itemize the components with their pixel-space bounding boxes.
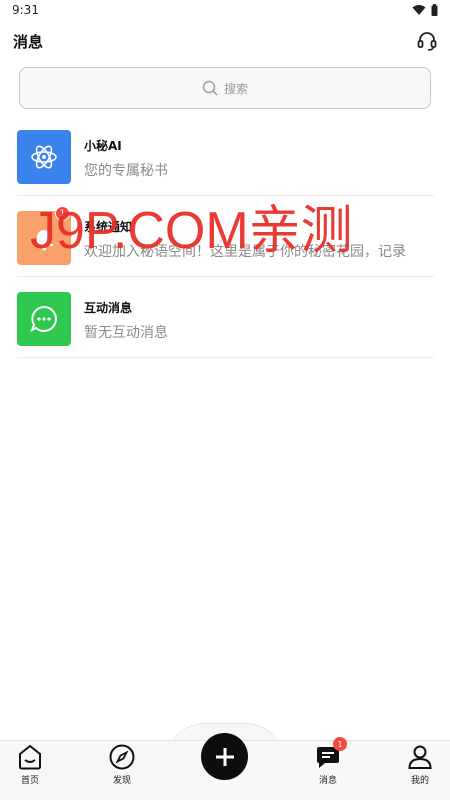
message-item-system-notice[interactable]: 1 系统通知 欢迎加入秘语空间！这里是属于你的秘密花园，记录 [0, 196, 450, 277]
message-item-preview: 暂无互动消息 [84, 325, 168, 341]
message-item-interaction[interactable]: 互动消息 暂无互动消息 [0, 277, 450, 358]
messages-screen: 9:31 消息 搜索 小秘AI 您的专属秘书 1 系统通知 欢迎加入秘语空间！这… [0, 0, 450, 800]
chat-bubble-icon [30, 305, 57, 333]
nav-label: 首页 [20, 776, 39, 786]
bell-icon [35, 230, 53, 251]
nav-item-discover[interactable]: 发现 [92, 741, 152, 800]
nav-label: 消息 [318, 776, 337, 786]
user-icon [408, 745, 432, 769]
list-divider [17, 357, 434, 358]
message-list: 小秘AI 您的专属秘书 1 系统通知 欢迎加入秘语空间！这里是属于你的秘密花园，… [0, 115, 450, 358]
interaction-avatar [17, 292, 71, 346]
atom-icon [31, 145, 57, 169]
plus-icon [215, 747, 234, 766]
nav-item-home[interactable]: 首页 [0, 741, 60, 800]
nav-badge: 1 [333, 737, 347, 751]
notification-badge: 1 [55, 206, 70, 221]
xiaomi-ai-avatar [17, 130, 71, 184]
nav-label: 发现 [112, 776, 131, 786]
nav-item-profile[interactable]: 我的 [390, 741, 450, 800]
home-icon [19, 744, 41, 770]
page-title: 消息 [13, 33, 44, 51]
headset-icon[interactable] [416, 30, 438, 52]
message-item-preview: 欢迎加入秘语空间！这里是属于你的秘密花园，记录 [84, 244, 406, 260]
status-bar: 9:31 [0, 0, 450, 22]
status-time: 9:31 [12, 3, 39, 17]
search-placeholder: 搜索 [223, 81, 248, 96]
message-item-name: 系统通知 [84, 220, 133, 234]
search-icon [202, 80, 218, 96]
message-item-name: 互动消息 [84, 301, 133, 315]
message-item-preview: 您的专属秘书 [84, 163, 168, 179]
search-bar[interactable]: 搜索 [19, 67, 431, 109]
add-button[interactable] [201, 733, 248, 780]
message-item-xiaomi-ai[interactable]: 小秘AI 您的专属秘书 [0, 115, 450, 196]
page-header: 消息 [0, 22, 450, 60]
battery-icon [431, 4, 438, 16]
message-item-name: 小秘AI [84, 139, 122, 153]
nav-label: 我的 [410, 776, 429, 786]
wifi-icon [412, 5, 426, 15]
compass-icon [109, 744, 135, 770]
nav-item-messages[interactable]: 1 消息 [298, 737, 358, 800]
